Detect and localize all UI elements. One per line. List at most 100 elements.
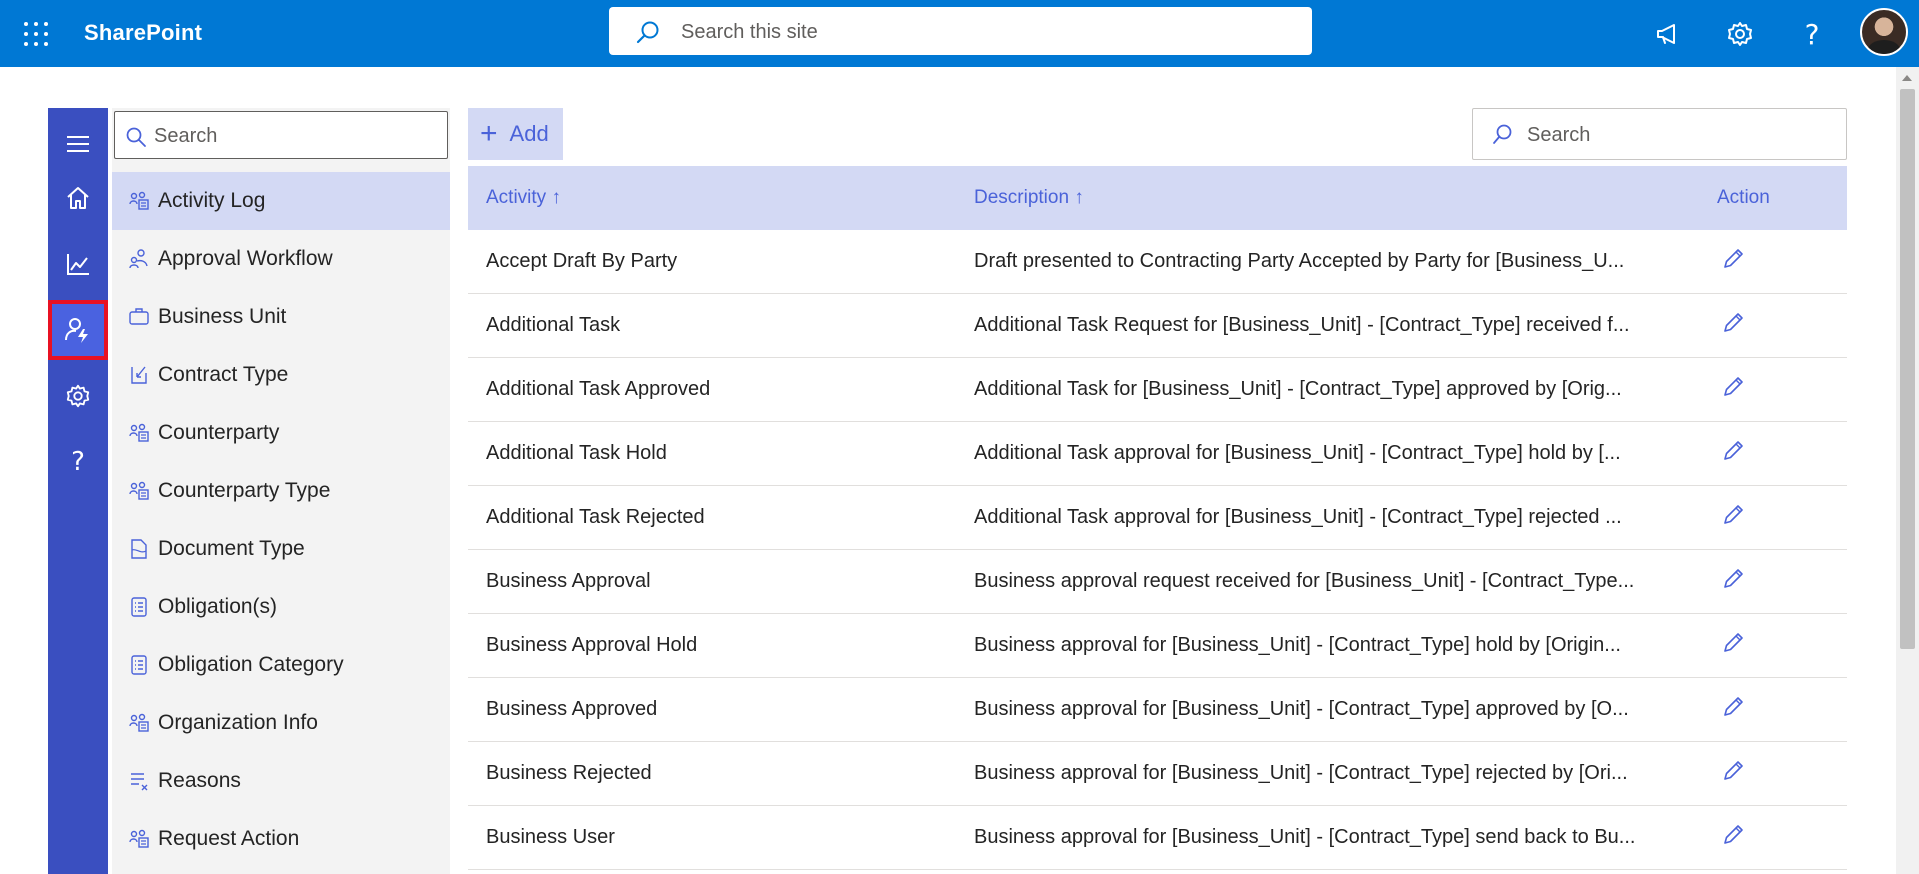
document-icon: [128, 538, 150, 560]
settings-menu: Search Activity Log Approval Workflow Busi…: [112, 108, 450, 874]
megaphone-icon[interactable]: [1648, 14, 1688, 54]
site-search-box[interactable]: Search this site: [609, 7, 1312, 55]
activity-cell: Accept Draft By Party: [486, 250, 678, 272]
menu-search-placeholder: Search: [154, 125, 218, 147]
menu-item-obligation-s[interactable]: Obligation(s): [112, 578, 450, 636]
menu-item-label: Document Type: [158, 537, 305, 560]
search-icon: [1493, 124, 1512, 144]
activity-cell: Additional Task Rejected: [486, 506, 705, 528]
menu-item-contract-type[interactable]: Contract Type: [112, 346, 450, 404]
menu-item-label: Counterparty: [158, 421, 280, 444]
edit-pencil-icon[interactable]: [1720, 694, 1746, 726]
table-row[interactable]: Additional Task Approved Additional Task …: [468, 358, 1847, 422]
plus-icon: +: [480, 117, 498, 150]
contract-icon: [128, 364, 150, 386]
table-row[interactable]: Additional Task Hold Additional Task appr…: [468, 422, 1847, 486]
description-cell: Additional Task approval for [Business_U…: [974, 506, 1622, 528]
menu-item-document-type[interactable]: Document Type: [112, 520, 450, 578]
table-row[interactable]: Business Approval Business approval reque…: [468, 550, 1847, 614]
table-row[interactable]: Business Rejected Business approval for […: [468, 742, 1847, 806]
column-header-description[interactable]: Description ↑: [974, 187, 1084, 209]
app-title[interactable]: SharePoint: [84, 20, 202, 46]
menu-item-label: Request Action: [158, 827, 300, 850]
menu-item-label: Reasons: [158, 769, 241, 792]
menu-item-business-unit[interactable]: Business Unit: [112, 288, 450, 346]
table-row[interactable]: Accept Draft By Party Draft presented to …: [468, 230, 1847, 294]
edit-pencil-icon[interactable]: [1720, 438, 1746, 470]
people-group-icon: [128, 712, 150, 734]
table-row[interactable]: Business Approved Business approval for […: [468, 678, 1847, 742]
help-icon[interactable]: ?: [48, 432, 108, 492]
gear-icon[interactable]: [48, 366, 108, 426]
table-row[interactable]: Additional Task Rejected Additional Task …: [468, 486, 1847, 550]
hamburger-menu-icon[interactable]: [48, 114, 108, 174]
help-icon[interactable]: ?: [1792, 14, 1832, 54]
description-cell: Additional Task for [Business_Unit] - [C…: [974, 378, 1622, 400]
description-cell: Business approval for [Business_Unit] - …: [974, 826, 1636, 848]
sort-arrow-icon: ↑: [1074, 187, 1084, 208]
search-icon: [126, 127, 146, 147]
activity-table: Activity ↑ Description ↑ Action Accept D…: [468, 166, 1847, 870]
edit-pencil-icon[interactable]: [1720, 502, 1746, 534]
activity-cell: Business Approval Hold: [486, 634, 698, 656]
list-x-icon: [128, 770, 150, 792]
add-button[interactable]: + Add: [468, 108, 563, 160]
table-row[interactable]: Additional Task Additional Task Request f…: [468, 294, 1847, 358]
gear-icon[interactable]: [1720, 14, 1760, 54]
app-launcher-icon[interactable]: [16, 14, 56, 54]
edit-pencil-icon[interactable]: [1720, 310, 1746, 342]
description-cell: Additional Task approval for [Business_U…: [974, 442, 1621, 464]
menu-search-input[interactable]: Search: [114, 111, 448, 159]
menu-item-obligation-category[interactable]: Obligation Category: [112, 636, 450, 694]
menu-item-approval-workflow[interactable]: Approval Workflow: [112, 230, 450, 288]
add-button-label: Add: [509, 121, 549, 146]
edit-pencil-icon[interactable]: [1720, 822, 1746, 854]
chart-icon[interactable]: [48, 234, 108, 294]
app-rail: ?: [48, 108, 108, 874]
checklist-icon: [128, 596, 150, 618]
people-group-icon: [128, 828, 150, 850]
edit-pencil-icon[interactable]: [1720, 566, 1746, 598]
menu-item-request-action[interactable]: Request Action: [112, 810, 450, 868]
edit-pencil-icon[interactable]: [1720, 246, 1746, 278]
table-row[interactable]: Business Approval Hold Business approval …: [468, 614, 1847, 678]
menu-item-organization-info[interactable]: Organization Info: [112, 694, 450, 752]
edit-pencil-icon[interactable]: [1720, 630, 1746, 662]
checklist-icon: [128, 654, 150, 676]
menu-item-activity-log[interactable]: Activity Log: [112, 172, 450, 230]
briefcase-icon: [128, 306, 150, 328]
activity-cell: Business User: [486, 826, 615, 848]
scrollbar-thumb[interactable]: [1900, 89, 1915, 649]
home-icon[interactable]: [48, 168, 108, 228]
grid-search-placeholder: Search: [1527, 124, 1591, 146]
user-settings-icon[interactable]: [48, 300, 108, 360]
activity-cell: Additional Task Hold: [486, 442, 667, 464]
description-cell: Business approval for [Business_Unit] - …: [974, 762, 1628, 784]
people-group-icon: [128, 422, 150, 444]
menu-item-label: Contract Type: [158, 363, 289, 386]
menu-item-reasons[interactable]: Reasons: [112, 752, 450, 810]
description-cell: Business approval for [Business_Unit] - …: [974, 634, 1621, 656]
menu-item-label: Activity Log: [158, 189, 266, 212]
people-flow-icon: [128, 248, 150, 270]
menu-item-counterparty-type[interactable]: Counterparty Type: [112, 462, 450, 520]
column-header-action: Action: [1717, 187, 1770, 208]
vertical-scrollbar[interactable]: [1896, 67, 1919, 874]
activity-cell: Additional Task Approved: [486, 378, 711, 400]
description-cell: Business approval request received for […: [974, 570, 1635, 592]
activity-cell: Additional Task: [486, 314, 621, 336]
menu-item-counterparty[interactable]: Counterparty: [112, 404, 450, 462]
edit-pencil-icon[interactable]: [1720, 758, 1746, 790]
menu-list: Activity Log Approval Workflow Business Un…: [112, 172, 450, 868]
grid-search-input[interactable]: Search: [1472, 108, 1847, 160]
avatar[interactable]: [1860, 8, 1908, 56]
edit-pencil-icon[interactable]: [1720, 374, 1746, 406]
scroll-up-arrow-icon[interactable]: [1902, 75, 1912, 81]
column-header-activity[interactable]: Activity ↑: [486, 187, 561, 209]
description-cell: Additional Task Request for [Business_Un…: [974, 314, 1630, 336]
search-icon: [636, 21, 659, 44]
activity-cell: Business Rejected: [486, 762, 652, 784]
people-group-icon: [128, 480, 150, 502]
menu-item-label: Counterparty Type: [158, 479, 331, 502]
table-row[interactable]: Business User Business approval for [Busi…: [468, 806, 1847, 870]
